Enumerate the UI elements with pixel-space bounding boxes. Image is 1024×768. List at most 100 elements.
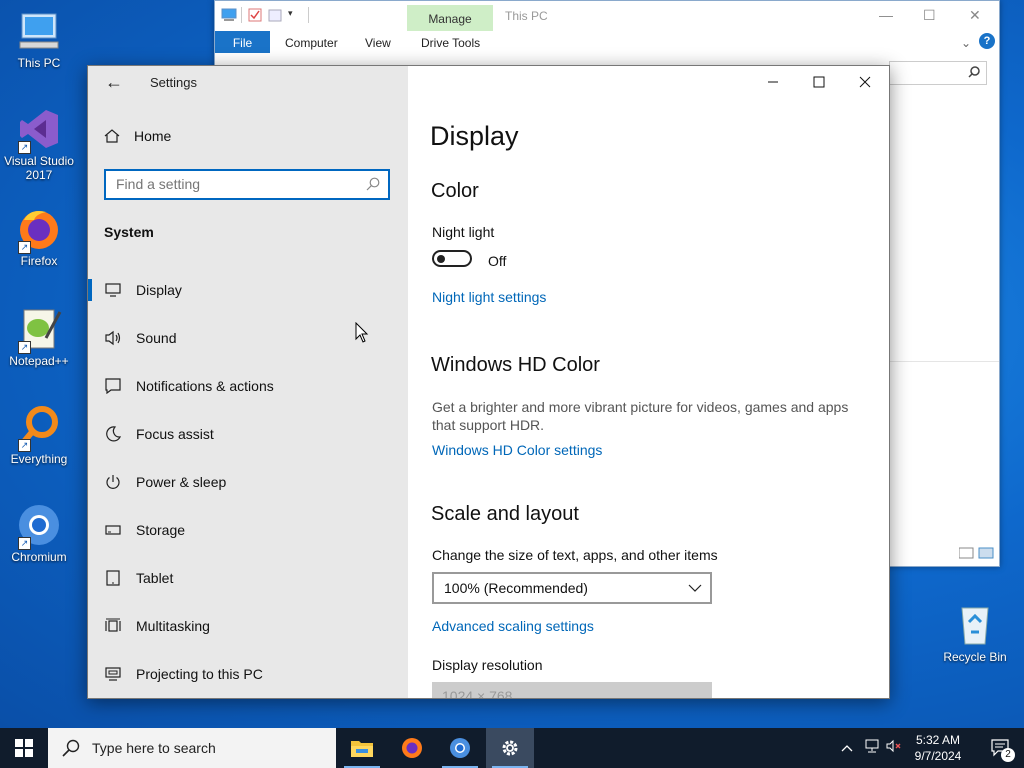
ribbon-tabs: File Computer View Drive Tools ⌄ ? [215, 31, 999, 53]
advanced-scaling-link[interactable]: Advanced scaling settings [432, 618, 594, 634]
night-light-toggle[interactable] [432, 250, 472, 267]
tab-computer[interactable]: Computer [285, 31, 338, 53]
resolution-value: 1024 × 768 [442, 688, 513, 699]
firefox-icon [402, 738, 422, 758]
tab-file[interactable]: File [215, 31, 270, 53]
chevron-up-icon[interactable] [838, 739, 856, 757]
page-title: Display [430, 121, 519, 151]
help-icon[interactable]: ? [979, 33, 995, 49]
desktop-icon-this-pc[interactable]: This PC [2, 8, 76, 70]
search-input[interactable] [106, 171, 356, 197]
multitasking-icon [104, 617, 122, 635]
properties-icon[interactable] [248, 8, 262, 22]
network-icon[interactable] [860, 739, 884, 758]
scale-dropdown[interactable]: 100% (Recommended) [432, 572, 712, 604]
tab-drive-tools[interactable]: Drive Tools [421, 31, 480, 53]
back-arrow-icon[interactable]: ← [102, 72, 126, 94]
this-pc-small-icon[interactable] [221, 8, 237, 22]
taskbar-firefox[interactable] [388, 728, 436, 768]
taskbar-settings[interactable] [486, 728, 534, 768]
separator [241, 7, 242, 23]
sidebar-item-label: Notifications & actions [136, 378, 274, 394]
minimize-icon[interactable]: — [879, 7, 893, 23]
notepadpp-icon: ↗ [16, 306, 62, 354]
view-toggle-icons[interactable] [958, 547, 995, 562]
volume-muted-icon[interactable] [884, 739, 904, 758]
hd-color-description: Get a brighter and more vibrant picture … [432, 399, 849, 433]
gear-icon [502, 740, 518, 756]
new-folder-icon[interactable] [268, 8, 282, 22]
desktop-icon-label: Notepad++ [9, 354, 69, 368]
sidebar-item-projecting[interactable]: Projecting to this PC [88, 650, 408, 698]
close-icon[interactable]: ✕ [969, 7, 981, 24]
customize-toolbar-icon[interactable]: ▾ [288, 8, 302, 22]
toggle-knob [437, 255, 445, 263]
desktop-icon-notepadpp[interactable]: ↗ Notepad++ [2, 306, 76, 368]
sidebar-item-label: Storage [136, 522, 186, 538]
night-light-settings-link[interactable]: Night light settings [432, 289, 546, 305]
search-icon [62, 739, 80, 757]
windows-logo-icon [15, 739, 33, 757]
home-icon [104, 129, 120, 143]
clock[interactable]: 5:32 AM 9/7/2024 [905, 732, 971, 764]
taskbar-file-explorer[interactable] [338, 728, 386, 768]
power-icon [104, 473, 122, 491]
sidebar-item-display[interactable]: Display [88, 266, 408, 314]
speaker-icon [104, 329, 122, 347]
desktop-icon-visual-studio[interactable]: ↗ Visual Studio 2017 [2, 106, 76, 182]
home-nav-item[interactable]: Home [104, 128, 171, 144]
desktop-icon-label: Everything [10, 452, 68, 466]
close-button[interactable] [842, 66, 888, 98]
home-label: Home [134, 128, 172, 144]
pane-divider [889, 361, 999, 362]
desktop-icon-firefox[interactable]: ↗ Firefox [2, 206, 76, 268]
sidebar-item-power-sleep[interactable]: Power & sleep [88, 458, 408, 506]
hd-color-settings-link[interactable]: Windows HD Color settings [432, 442, 602, 458]
system-tray [838, 728, 904, 768]
desktop-icon-everything[interactable]: ↗ Everything [2, 404, 76, 466]
monitor-icon [104, 281, 122, 299]
color-heading: Color [431, 180, 479, 202]
sidebar-item-tablet[interactable]: Tablet [88, 554, 408, 602]
section-heading-system: System [104, 224, 154, 240]
settings-sidebar: ← Settings Home System Display [88, 66, 408, 698]
sidebar-item-storage[interactable]: Storage [88, 506, 408, 554]
desktop-icon-label: This PC [17, 56, 61, 70]
sidebar-item-notifications[interactable]: Notifications & actions [88, 362, 408, 410]
sidebar-item-label: Multitasking [136, 618, 210, 634]
start-button[interactable] [0, 728, 48, 768]
notifications-icon [104, 377, 122, 395]
notification-count-badge: 2 [1001, 748, 1015, 762]
minimize-button[interactable] [750, 66, 796, 98]
recycle-bin-icon [952, 602, 998, 648]
desktop-icon-label: Firefox [20, 254, 58, 268]
tab-manage[interactable]: Manage [407, 5, 493, 31]
expand-ribbon-icon[interactable]: ⌄ [961, 31, 971, 53]
shortcut-arrow-icon: ↗ [18, 341, 31, 354]
shortcut-arrow-icon: ↗ [18, 439, 31, 452]
projecting-icon [104, 665, 122, 683]
clock-time: 5:32 AM [915, 733, 961, 747]
settings-window[interactable]: ← Settings Home System Display [87, 65, 890, 699]
search-icon [968, 66, 980, 78]
desktop-icon-recycle-bin[interactable]: Recycle Bin [938, 602, 1012, 664]
shortcut-arrow-icon: ↗ [18, 141, 31, 154]
taskbar-search-box[interactable]: Type here to search [48, 728, 336, 768]
explorer-search-box[interactable] [889, 61, 987, 85]
sidebar-item-label: Power & sleep [136, 474, 227, 490]
chevron-down-icon [688, 584, 702, 592]
desktop-icon-chromium[interactable]: ↗ Chromium [2, 502, 76, 564]
settings-search-box[interactable] [104, 169, 390, 200]
resolution-dropdown[interactable]: 1024 × 768 [432, 682, 712, 699]
sidebar-item-label: Projecting to this PC [136, 666, 263, 682]
action-center-button[interactable]: 2 [978, 728, 1024, 768]
maximize-icon[interactable]: ☐ [923, 7, 936, 24]
taskbar-chromium[interactable] [436, 728, 484, 768]
explorer-title: This PC [505, 9, 548, 23]
sidebar-item-focus-assist[interactable]: Focus assist [88, 410, 408, 458]
storage-icon [104, 521, 122, 539]
sidebar-item-label: Sound [136, 330, 177, 346]
maximize-button[interactable] [796, 66, 842, 98]
tab-view[interactable]: View [365, 31, 391, 53]
sidebar-item-multitasking[interactable]: Multitasking [88, 602, 408, 650]
